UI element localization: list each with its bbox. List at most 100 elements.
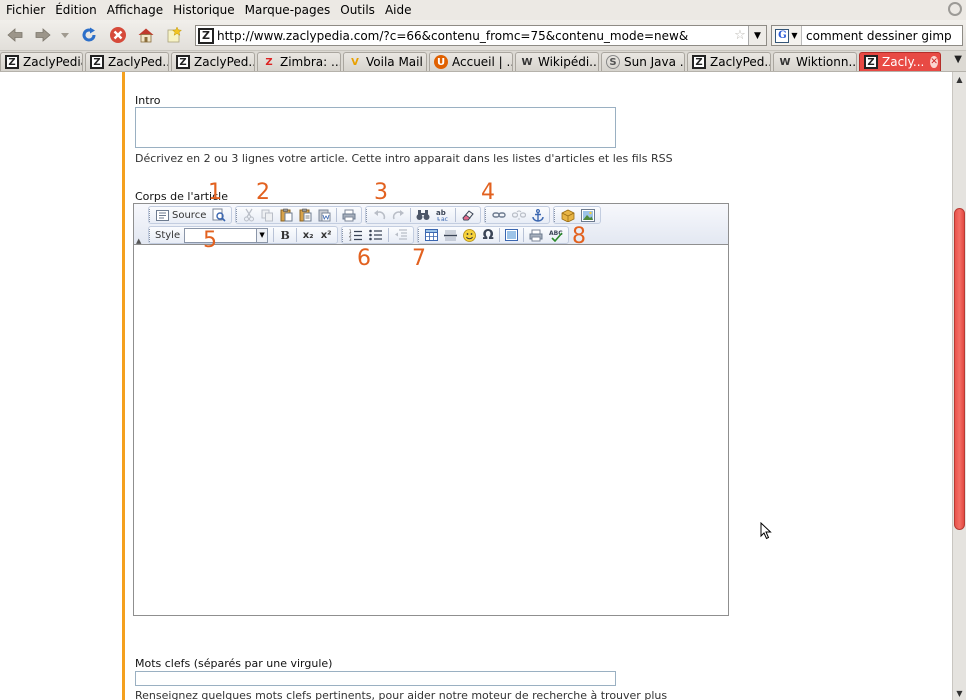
table-button[interactable]: [422, 227, 441, 243]
toolbar-separator: [388, 228, 390, 242]
link-button[interactable]: [489, 207, 509, 223]
special-char-omega-icon[interactable]: Ω: [479, 227, 497, 243]
home-button[interactable]: [137, 26, 155, 44]
toolbar-separator: [273, 228, 275, 242]
menu-fichier[interactable]: Fichier: [6, 3, 45, 17]
binoculars-icon: [416, 210, 430, 220]
bold-button[interactable]: B: [276, 227, 294, 243]
replace-button[interactable]: ab ac: [433, 207, 453, 223]
print-button[interactable]: [339, 207, 359, 223]
paste-button[interactable]: [277, 207, 296, 223]
reload-button[interactable]: [80, 26, 98, 44]
forward-arrow-icon: [35, 28, 51, 42]
maximize-button[interactable]: [502, 227, 521, 243]
preview-button[interactable]: [209, 207, 229, 223]
tab-zaclypedia-4[interactable]: Z ZaclyPed...: [687, 52, 771, 71]
tab-voila-mail[interactable]: V Voila Mail: [343, 52, 427, 71]
toolbar-separator: [336, 208, 338, 222]
anchor-button[interactable]: [529, 207, 547, 223]
keywords-input[interactable]: [135, 671, 616, 686]
menu-edition[interactable]: Édition: [55, 3, 97, 17]
zaclypedia-favicon-icon: Z: [692, 55, 706, 69]
source-button[interactable]: Source: [153, 207, 209, 223]
image-icon: [581, 208, 596, 222]
stop-button[interactable]: [109, 26, 127, 44]
tab-zaclypedia-3[interactable]: Z ZaclyPed...: [171, 52, 255, 71]
tab-accueil[interactable]: U Accueil | ...: [429, 52, 513, 71]
toolbar-separator: [455, 208, 457, 222]
menu-outils[interactable]: Outils: [340, 3, 375, 17]
tab-zaclypedia[interactable]: Z ZaclyPedia: [0, 52, 83, 71]
source-icon: [156, 209, 169, 221]
url-dropdown-button[interactable]: ▼: [748, 26, 766, 45]
annotation-8: 8: [572, 224, 586, 249]
bulleted-list-button[interactable]: [366, 227, 386, 243]
style-dropdown[interactable]: ▼: [184, 227, 269, 243]
search-bar[interactable]: G ▼ comment dessiner gimp: [771, 25, 963, 46]
wiktionary-favicon-icon: W: [779, 56, 791, 68]
toolgroup-lists: 123: [341, 226, 415, 244]
outdent-button[interactable]: [391, 227, 411, 243]
image-button[interactable]: [578, 207, 598, 223]
tab-zimbra[interactable]: Z Zimbra: ...: [257, 52, 341, 71]
bookmark-toolbar-button[interactable]: [165, 26, 183, 44]
redo-button[interactable]: [389, 207, 408, 223]
scroll-down-arrow-icon[interactable]: ▼: [953, 686, 966, 700]
address-bar[interactable]: Z http://www.zaclypedia.com/?c=66&conten…: [195, 25, 767, 46]
subscript-button[interactable]: x₂: [299, 227, 317, 243]
chevron-down-icon: ▼: [256, 228, 268, 242]
tab-list-dropdown-icon[interactable]: ▼: [954, 54, 962, 65]
tab-zaclypedia-active[interactable]: Z Zacly... ✕: [859, 52, 941, 71]
toolbar-separator: [499, 228, 501, 242]
url-text[interactable]: http://www.zaclypedia.com/?c=66&contenu_…: [217, 29, 732, 43]
paste-word-button[interactable]: [315, 207, 334, 223]
undo-button[interactable]: [370, 207, 389, 223]
menu-bar: Fichier Édition Affichage Historique Mar…: [0, 0, 966, 20]
horizontal-rule-button[interactable]: [441, 227, 460, 243]
intro-textarea[interactable]: [135, 107, 616, 148]
numbered-list-button[interactable]: 123: [346, 227, 366, 243]
search-input[interactable]: comment dessiner gimp: [802, 29, 952, 43]
scroll-up-arrow-icon[interactable]: ▲: [953, 72, 966, 86]
back-arrow-icon: [7, 28, 23, 42]
cut-button[interactable]: [240, 207, 258, 223]
collapse-toolbar-icon[interactable]: ▲: [136, 237, 141, 245]
search-engine-selector[interactable]: G ▼: [772, 26, 802, 45]
menu-aide[interactable]: Aide: [385, 3, 412, 17]
flash-button[interactable]: [558, 207, 578, 223]
smiley-icon: [463, 228, 477, 242]
bookmark-star-icon[interactable]: ☆: [732, 28, 748, 43]
link-icon: [492, 212, 507, 218]
spellcheck-icon: ABC: [549, 230, 563, 242]
horizontal-rule-icon: [444, 230, 458, 241]
zimbra-favicon-icon: Z: [265, 56, 273, 68]
paste-text-icon: [299, 208, 312, 222]
smiley-button[interactable]: [460, 227, 479, 243]
page-scrollbar[interactable]: ▲ ▼: [952, 72, 966, 700]
paste-text-button[interactable]: [296, 207, 315, 223]
find-button[interactable]: [413, 207, 433, 223]
menu-affichage[interactable]: Affichage: [107, 3, 163, 17]
close-tab-icon[interactable]: ✕: [930, 56, 938, 68]
paste-word-icon: [318, 209, 331, 222]
unlink-button[interactable]: [509, 207, 529, 223]
spellcheck-button[interactable]: ABC: [546, 227, 566, 243]
tab-wiktionnaire[interactable]: W Wiktionn...: [773, 52, 857, 71]
forward-button[interactable]: [34, 26, 52, 44]
tab-wikipedia[interactable]: W Wikipédi...: [515, 52, 599, 71]
editor-content-area[interactable]: [134, 246, 728, 615]
back-button[interactable]: [6, 26, 24, 44]
tab-zaclypedia-2[interactable]: Z ZaclyPed...: [85, 52, 169, 71]
menu-marque-pages[interactable]: Marque-pages: [245, 3, 331, 17]
scrollbar-thumb[interactable]: [954, 208, 965, 530]
remove-format-button[interactable]: [458, 207, 478, 223]
page-content: Intro Décrivez en 2 ou 3 lignes votre ar…: [0, 72, 952, 700]
history-dropdown-button[interactable]: [60, 26, 70, 44]
print-button-2[interactable]: [526, 227, 546, 243]
superscript-button[interactable]: x²: [317, 227, 335, 243]
menu-historique[interactable]: Historique: [173, 3, 235, 17]
eraser-icon: [462, 210, 475, 221]
tab-strip: Z ZaclyPedia Z ZaclyPed... Z ZaclyPed... ZZ…: [0, 51, 966, 72]
tab-sun-java[interactable]: S Sun Java ...: [601, 52, 685, 71]
copy-button[interactable]: [258, 207, 277, 223]
